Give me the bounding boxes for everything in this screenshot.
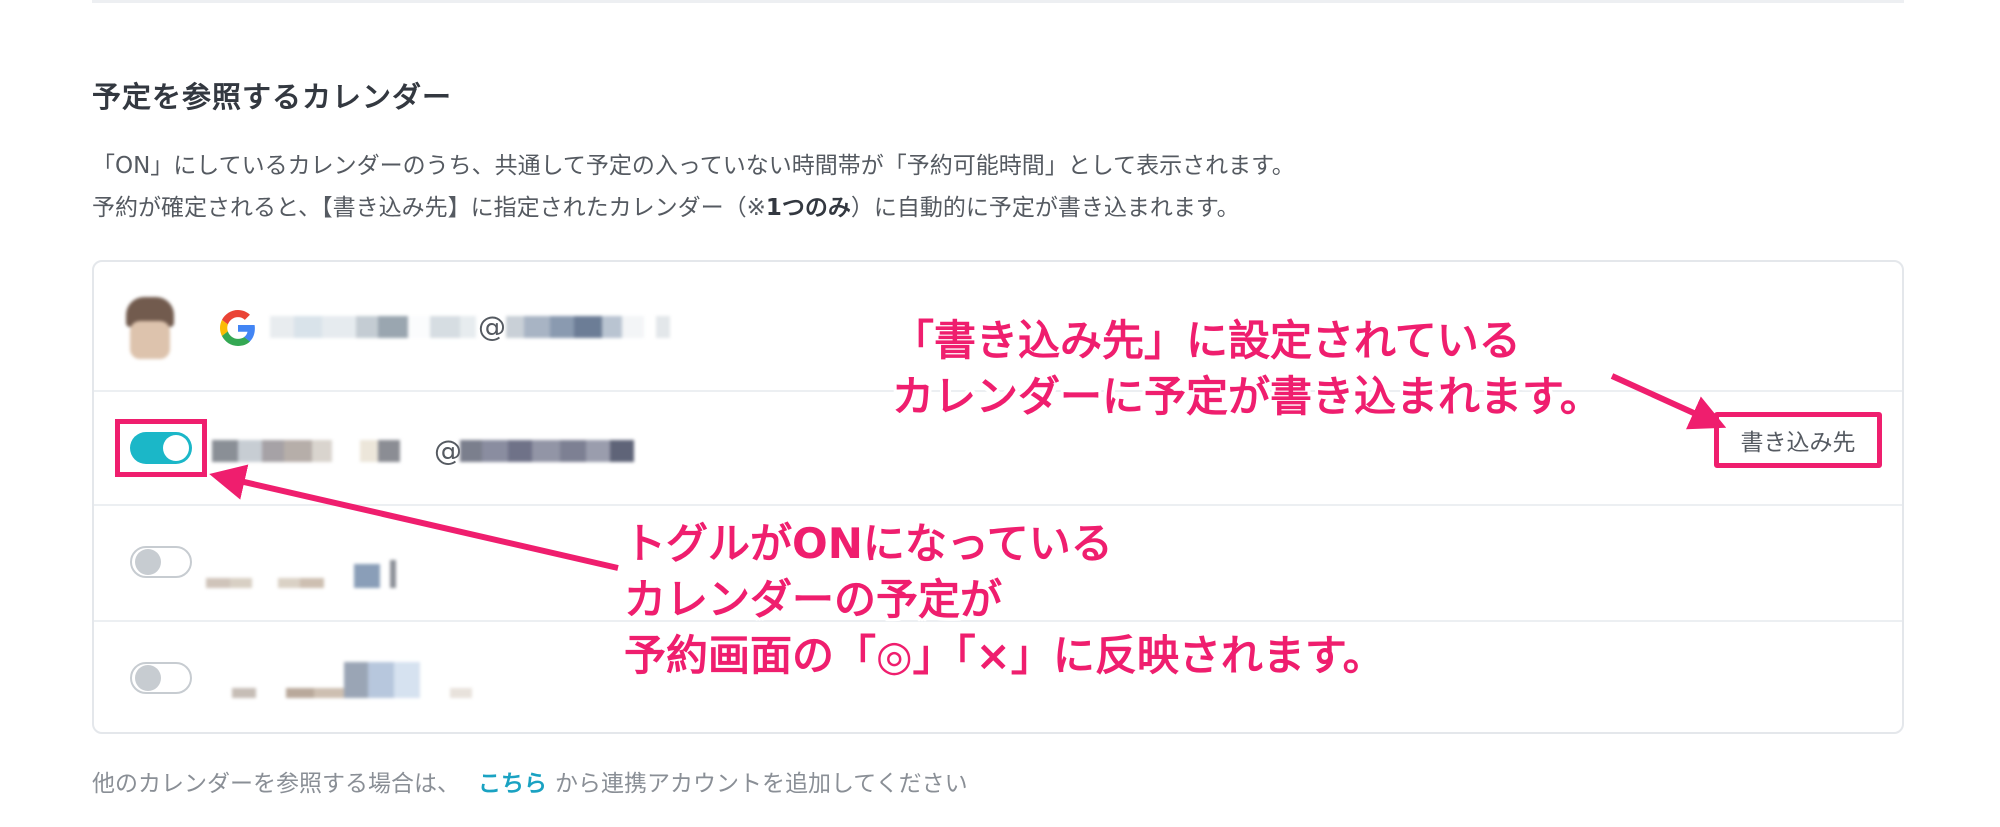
calendar-email-domain-blurred bbox=[460, 438, 634, 464]
calendar-email-at: @ bbox=[434, 434, 462, 467]
toggle-highlight-frame bbox=[115, 419, 207, 477]
account-email-at: @ bbox=[478, 310, 506, 343]
callout-write-destination: 「書き込み先」に設定されている カレンダーに予定が書き込まれます。 bbox=[892, 313, 1602, 425]
footer-text-start: 他のカレンダーを参照する場合は、 bbox=[92, 771, 460, 797]
google-g-icon bbox=[220, 310, 255, 346]
callout-toggle-line-1: トグルがONになっている bbox=[624, 519, 1113, 568]
toggle-knob bbox=[135, 665, 161, 691]
calendar-toggle-off[interactable] bbox=[130, 662, 192, 694]
calendar-name-blurred bbox=[206, 652, 472, 698]
callout-write-line-1: 「書き込み先」に設定されている bbox=[892, 316, 1521, 365]
description-emphasis: 1つのみ bbox=[765, 195, 851, 221]
section-title: 予定を参照するカレンダー bbox=[92, 80, 453, 114]
add-account-link[interactable]: こちら bbox=[478, 771, 547, 797]
calendar-name-blurred bbox=[206, 542, 396, 588]
avatar bbox=[116, 295, 184, 363]
footer-text-end: から連携アカウントを追加してください bbox=[555, 771, 968, 797]
calendar-toggle-off[interactable] bbox=[130, 546, 192, 578]
top-divider bbox=[92, 0, 1904, 3]
toggle-knob bbox=[135, 549, 161, 575]
description-line-1: 「ON」にしているカレンダーのうち、共通して予定の入っていない時間帯が「予約可能… bbox=[92, 153, 1295, 179]
write-destination-badge[interactable]: 書き込み先 bbox=[1714, 412, 1882, 468]
account-email-blurred bbox=[270, 314, 476, 340]
calendar-email-blurred bbox=[212, 438, 400, 464]
callout-toggle-line-3: 予約画面の「◎」「×」に反映されます。 bbox=[624, 631, 1385, 680]
callout-write-line-2: カレンダーに予定が書き込まれます。 bbox=[892, 372, 1602, 421]
description-line-2: 予約が確定されると、【書き込み先】に指定されたカレンダー（※1つのみ）に自動的に… bbox=[92, 188, 1240, 222]
account-email-domain-blurred bbox=[506, 314, 670, 340]
callout-toggle-on: トグルがONになっている カレンダーの予定が 予約画面の「◎」「×」に反映されま… bbox=[624, 516, 1385, 684]
description-line-2-start: 予約が確定されると、【書き込み先】に指定されたカレンダー（※ bbox=[92, 195, 766, 221]
callout-toggle-line-2: カレンダーの予定が bbox=[624, 575, 1003, 624]
footer-note: 他のカレンダーを参照する場合は、 こちら から連携アカウントを追加してください bbox=[92, 764, 968, 798]
description-line-2-end: ）に自動的に予定が書き込まれます。 bbox=[850, 195, 1240, 221]
